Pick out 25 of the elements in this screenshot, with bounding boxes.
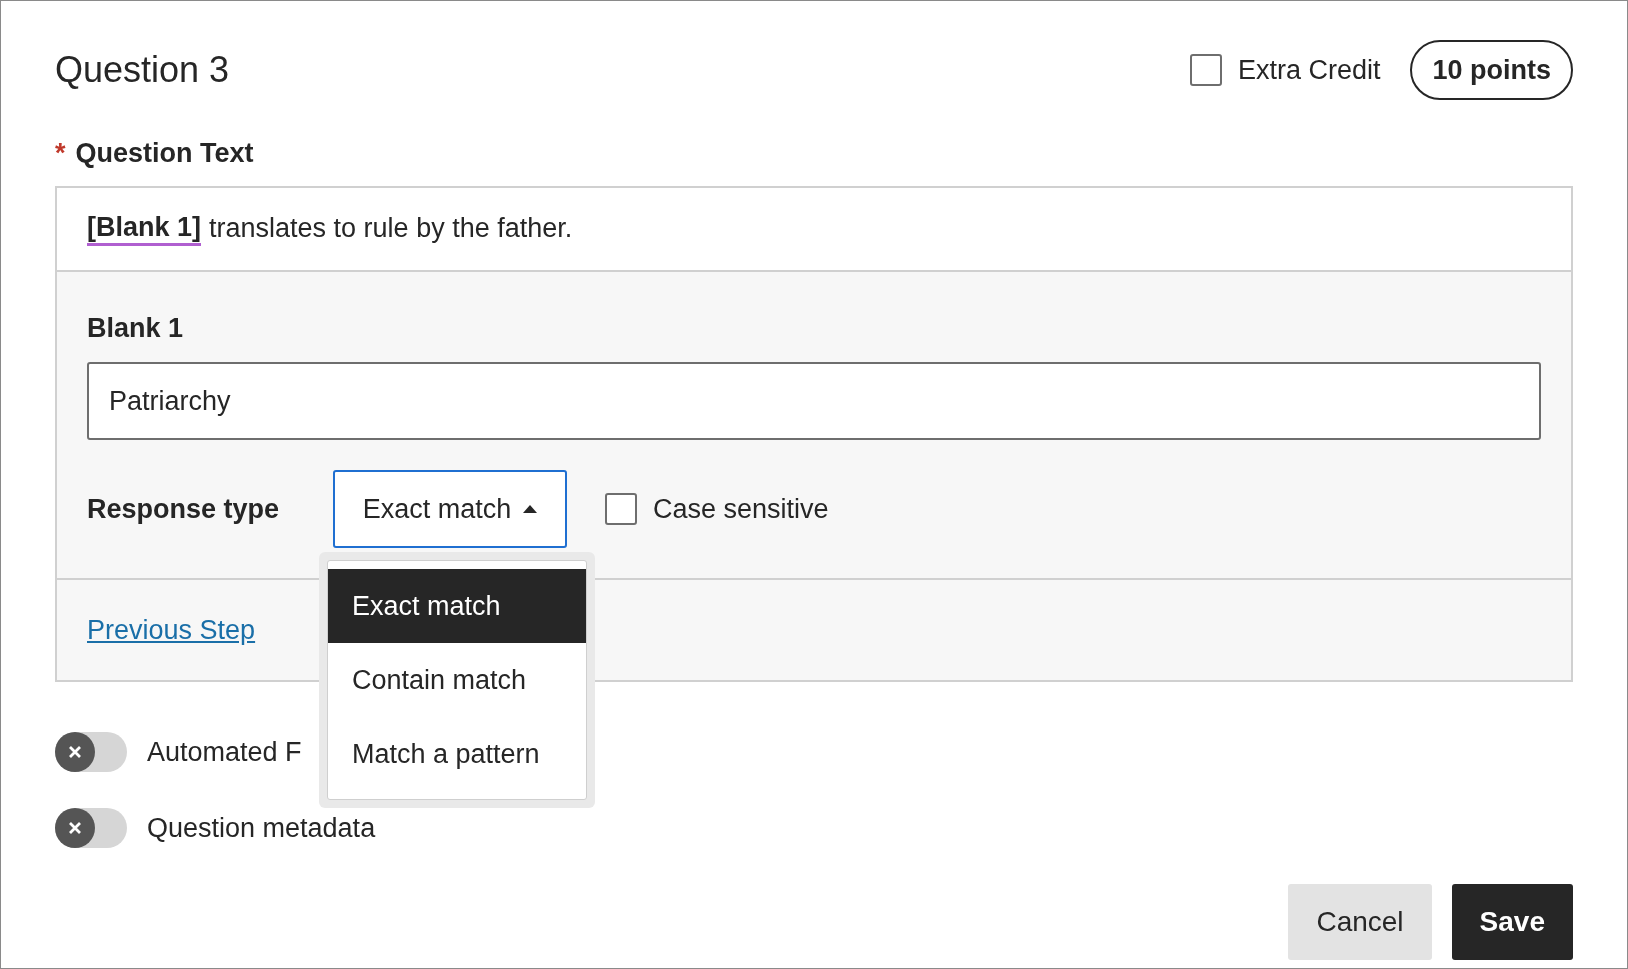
required-mark: * [55,137,66,170]
cancel-button[interactable]: Cancel [1288,884,1432,960]
response-type-label: Response type [87,492,281,526]
question-title: Question 3 [55,48,230,92]
close-icon [67,744,83,760]
dropdown-option[interactable]: Exact match [328,569,586,643]
previous-step-link[interactable]: Previous Step [87,609,256,651]
points-field[interactable]: 10 points [1410,40,1573,100]
toggle-switch[interactable] [55,808,127,848]
toggle-label: Question metadata [147,811,376,845]
answer-field[interactable]: Patriarchy [87,362,1541,440]
checkbox[interactable] [1189,54,1222,86]
checkbox-label: Case sensitive [653,492,829,526]
caret-icon [523,505,538,513]
response-type-dropdown[interactable]: Exact match [333,470,567,548]
question-text: translates to rule by the father. [209,212,573,246]
blank-tag[interactable]: [Blank 1] [87,211,202,246]
toggle-label: Automated F [147,735,302,769]
blank-label: Blank 1 [87,311,185,345]
toggle-switch[interactable] [55,732,127,772]
close-icon [67,820,83,836]
field-label: Question Text [75,137,254,170]
checkbox[interactable] [605,493,637,525]
save-button[interactable]: Save [1451,884,1573,960]
checkbox-label: Extra Credit [1237,53,1381,87]
